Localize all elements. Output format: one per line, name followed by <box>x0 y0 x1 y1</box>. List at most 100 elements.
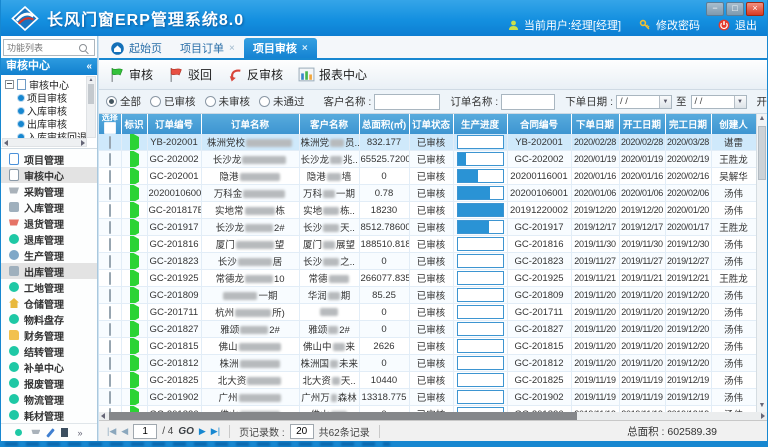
radio-icon[interactable] <box>259 96 270 107</box>
sidebar-module-item[interactable]: 工地管理 <box>1 279 97 295</box>
table-row[interactable]: 20200106001万科金万科一期0.78已审核202001060012020… <box>99 185 756 202</box>
sidebar-module-item[interactable]: 物流管理 <box>1 391 97 407</box>
reject-button[interactable]: 驳回 <box>164 64 221 85</box>
tree-horizontal-scrollbar[interactable] <box>2 138 87 147</box>
row-checkbox[interactable] <box>109 340 111 353</box>
go-button[interactable]: GO <box>178 426 194 437</box>
table-row[interactable]: GC-201827雅颂2#雅颂2#0已审核GC-2018272019/11/20… <box>99 321 756 338</box>
scroll-down-icon[interactable]: ▼ <box>757 401 767 411</box>
sidebar-module-item[interactable]: 入库管理 <box>1 199 97 215</box>
table-row[interactable]: GC-201917长沙龙2#长沙天..8512.78600..已审核GC-201… <box>99 219 756 236</box>
horizontal-scrollbar[interactable] <box>99 412 767 420</box>
horizontal-scroll-thumb[interactable] <box>109 412 577 420</box>
row-checkbox[interactable] <box>109 306 111 319</box>
col-creator[interactable]: 创建人 <box>711 114 756 134</box>
table-row[interactable]: GC-201815佛山佛山中来2626已审核GC-2018152019/11/2… <box>99 338 756 355</box>
col-area[interactable]: 总面积(㎡) <box>359 114 409 134</box>
filter-radio[interactable]: 已审核 <box>150 94 196 109</box>
row-checkbox[interactable] <box>109 221 111 234</box>
table-row[interactable]: GC-201823长沙居长沙之..0已审核GC-2018232019/11/27… <box>99 253 756 270</box>
document-icon[interactable] <box>61 428 68 437</box>
row-checkbox[interactable] <box>109 289 111 302</box>
collapse-icon[interactable]: « <box>86 58 92 75</box>
col-status[interactable]: 订单状态 <box>409 114 453 134</box>
col-order-name[interactable]: 订单名称 <box>201 114 299 134</box>
sidebar-module-item[interactable]: 出库管理 <box>1 263 97 279</box>
tab-close-icon[interactable]: × <box>229 43 235 54</box>
tree-expander-icon[interactable] <box>5 80 14 89</box>
table-row[interactable]: GC-201816厦门望厦门展望188510.818已审核GC-20181620… <box>99 236 756 253</box>
sidebar-module-item[interactable]: 退库管理 <box>1 231 97 247</box>
report-center-button[interactable]: 报表中心 <box>294 64 376 85</box>
col-contract[interactable]: 合同编号 <box>507 114 571 134</box>
filter-radio[interactable]: 未审核 <box>205 94 251 109</box>
row-checkbox[interactable] <box>109 374 111 387</box>
unaudit-button[interactable]: 反审核 <box>223 64 292 85</box>
col-customer[interactable]: 客户名称 <box>299 114 359 134</box>
function-search-input[interactable] <box>7 43 79 53</box>
table-row[interactable]: GC-202001隐港隐港墙0已审核202001160012020/01/162… <box>99 168 756 185</box>
row-checkbox[interactable] <box>109 153 111 166</box>
radio-icon[interactable] <box>150 96 161 107</box>
radio-icon[interactable] <box>106 96 117 107</box>
cart-icon[interactable] <box>31 429 40 436</box>
next-page-button[interactable]: ▶ <box>199 426 206 437</box>
filter-radio[interactable]: 全部 <box>106 94 141 109</box>
sidebar-module-item[interactable]: 项目管理 <box>1 151 97 167</box>
page-size-input[interactable] <box>290 424 314 439</box>
sidebar-module-item[interactable]: 耗材管理 <box>1 407 97 423</box>
customer-name-input[interactable] <box>374 94 440 110</box>
sidebar-module-item[interactable]: 财务管理 <box>1 327 97 343</box>
select-all-checkbox[interactable] <box>104 122 116 134</box>
table-row[interactable]: YB-202001株洲党校株洲党员..832.177已审核YB-20200120… <box>99 134 756 151</box>
radio-icon[interactable] <box>205 96 216 107</box>
first-page-button[interactable]: |◀ <box>107 426 116 437</box>
sidebar-module-item[interactable]: 退货管理 <box>1 215 97 231</box>
scroll-left-icon[interactable] <box>4 140 8 146</box>
sidebar-module-item[interactable]: 报废管理 <box>1 375 97 391</box>
table-row[interactable]: GC-201817B实地常栋实地栋..18230已审核2019122000220… <box>99 202 756 219</box>
sidebar-module-item[interactable]: 结转管理 <box>1 343 97 359</box>
dropdown-icon[interactable]: ▼ <box>659 96 671 108</box>
sidebar-module-item[interactable]: 物料盘存 <box>1 311 97 327</box>
filter-radio[interactable]: 未通过 <box>259 94 305 109</box>
table-row[interactable]: GC-201825北大资北大资天..10440已审核GC-2018252019/… <box>99 372 756 389</box>
page-number-input[interactable] <box>133 424 157 439</box>
last-page-button[interactable]: ▶| <box>211 426 220 437</box>
audit-button[interactable]: 审核 <box>105 64 162 85</box>
tab-home[interactable]: 起始页 <box>102 38 171 58</box>
table-row[interactable]: GC-201809一期华润期85.25已审核GC-2018092019/11/2… <box>99 287 756 304</box>
scroll-right-icon[interactable] <box>761 413 765 419</box>
row-checkbox[interactable] <box>109 238 111 251</box>
status-dot-icon[interactable] <box>15 429 22 436</box>
minimize-button[interactable]: − <box>706 2 724 16</box>
pen-icon[interactable] <box>47 428 56 438</box>
sidebar-module-item[interactable]: 补单中心 <box>1 359 97 375</box>
tab-close-icon[interactable]: × <box>302 43 308 54</box>
row-checkbox[interactable] <box>109 272 111 285</box>
row-checkbox[interactable] <box>109 136 111 149</box>
sidebar-module-item[interactable]: 生产管理 <box>1 247 97 263</box>
logout-button[interactable]: 退出 <box>735 17 757 33</box>
scroll-left-icon[interactable] <box>101 413 105 419</box>
table-row[interactable]: GC-201812株洲株洲国未来0已审核GC-2018122019/11/202… <box>99 355 756 372</box>
order-date-from-picker[interactable]: / /▼ <box>616 95 672 109</box>
sidebar-module-item[interactable]: 仓储管理 <box>1 295 97 311</box>
vertical-scrollbar[interactable]: ▲ ▼ <box>756 114 767 412</box>
prev-page-button[interactable]: ◀ <box>121 426 128 437</box>
sidebar-module-item[interactable]: 采购管理 <box>1 183 97 199</box>
tab-project-orders[interactable]: 项目订单 × <box>171 38 244 58</box>
vertical-scroll-thumb[interactable] <box>758 126 766 180</box>
col-start-date[interactable]: 开工日期 <box>619 114 665 134</box>
col-order-date[interactable]: 下单日期 <box>571 114 619 134</box>
table-row[interactable]: GC-202002长沙龙长沙龙兆..65525.7200..已审核GC-2020… <box>99 151 756 168</box>
row-checkbox[interactable] <box>109 255 111 268</box>
col-finish-date[interactable]: 完工日期 <box>665 114 711 134</box>
order-name-input[interactable] <box>501 94 555 110</box>
col-progress[interactable]: 生产进度 <box>453 114 507 134</box>
col-order-no[interactable]: 订单编号 <box>147 114 201 134</box>
row-checkbox[interactable] <box>109 357 111 370</box>
row-checkbox[interactable] <box>109 187 111 200</box>
dropdown-icon[interactable]: ▼ <box>734 96 746 108</box>
more-icon[interactable]: » <box>77 429 82 437</box>
